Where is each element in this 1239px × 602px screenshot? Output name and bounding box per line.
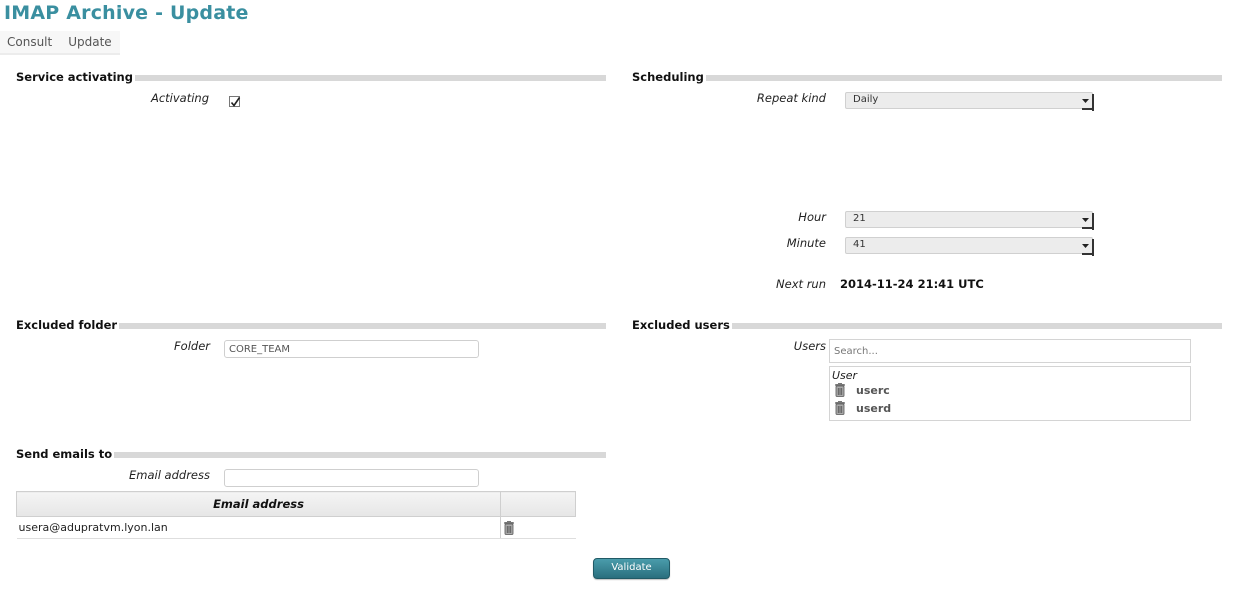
action-cell [500,516,576,539]
folder-input[interactable] [224,340,479,358]
section-title: Send emails to [16,447,115,461]
list-item: userc [834,382,890,398]
hour-label: Hour [798,210,826,224]
section-divider [731,322,1222,329]
next-run-value: 2014-11-24 21:41 UTC [840,277,984,291]
section-title: Excluded users [632,318,732,332]
validate-button[interactable]: Validate [593,558,670,579]
tab-update[interactable]: Update [68,35,111,49]
repeat-kind-select[interactable]: Daily [845,92,1094,111]
minute-label: Minute [786,236,826,250]
section-scheduling: Scheduling [632,70,1222,84]
email-address-input[interactable] [224,469,479,487]
excluded-users-list: User userc userd [829,366,1191,421]
page-title: IMAP Archive - Update [4,2,249,24]
chevron-down-icon [1082,244,1089,248]
email-column-header: Email address [16,491,501,517]
user-name: userd [856,401,892,415]
nav-tabs: Consult Update [0,31,120,55]
section-title: Excluded folder [16,318,120,332]
hour-select[interactable]: 21 [845,211,1094,230]
section-divider [119,322,606,329]
actions-column-header [500,491,576,517]
repeat-kind-value: Daily [853,94,879,105]
minute-select[interactable]: 41 [845,237,1094,256]
folder-label: Folder [174,339,210,353]
section-divider [134,74,606,81]
users-label: Users [793,339,826,353]
section-divider [114,451,606,458]
email-table: Email address usera@adupratvm.lyon.lan [16,491,576,539]
trash-icon[interactable] [834,383,846,397]
activating-label: Activating [150,91,209,105]
tab-consult[interactable]: Consult [7,35,52,49]
next-run-label: Next run [776,277,826,291]
check-icon [230,97,241,107]
section-excluded-folder: Excluded folder [16,318,606,332]
list-item: userd [834,400,891,416]
section-service-activating: Service activating [16,70,606,84]
minute-value: 41 [853,239,866,250]
trash-icon[interactable] [503,520,515,535]
section-divider [705,74,1222,81]
section-title: Service activating [16,70,135,84]
hour-value: 21 [853,213,866,224]
user-name: userc [856,383,890,397]
chevron-down-icon [1082,99,1089,103]
chevron-down-icon [1082,218,1089,222]
section-send-emails: Send emails to [16,447,606,461]
repeat-kind-label: Repeat kind [756,91,826,105]
users-list-header: User [832,369,858,382]
trash-icon[interactable] [834,401,846,415]
email-cell: usera@adupratvm.lyon.lan [16,516,501,539]
table-row: usera@adupratvm.lyon.lan [16,516,576,539]
users-search-input[interactable] [829,339,1191,363]
section-excluded-users: Excluded users [632,318,1222,332]
section-title: Scheduling [632,70,706,84]
email-address-label: Email address [129,468,210,482]
activating-checkbox[interactable] [229,96,241,107]
